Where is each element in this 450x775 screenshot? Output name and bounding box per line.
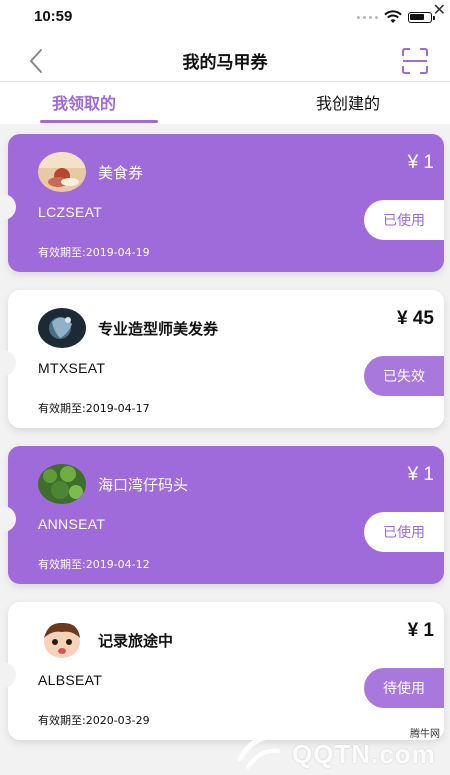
- signal-icon: [357, 15, 378, 19]
- coupon-card[interactable]: 海口湾仔码头 ¥ 1 ANNSEAT 有效期至:2019-04-12 已使用: [0, 446, 444, 584]
- coupon-code: ALBSEAT: [38, 672, 103, 688]
- coupon-avatar: [38, 152, 86, 192]
- coupon-status-button[interactable]: 已失效: [364, 356, 444, 396]
- coupon-status-button[interactable]: 已使用: [364, 512, 444, 552]
- coupon-name: 海口湾仔码头: [98, 476, 189, 494]
- tab-received[interactable]: 我领取的: [52, 90, 116, 114]
- tab-created[interactable]: 我创建的: [316, 90, 380, 114]
- coupon-expiry: 有效期至:2019-04-17: [38, 402, 150, 415]
- coupon-avatar: [38, 308, 86, 348]
- close-icon[interactable]: ✕: [433, 0, 446, 19]
- coupon-card[interactable]: 专业造型师美发券 ¥ 45 MTXSEAT 有效期至:2019-04-17 已失…: [0, 290, 444, 428]
- coupon-status-button[interactable]: 已使用: [364, 200, 444, 240]
- coupon-card[interactable]: 记录旅途中 ¥ 1 ALBSEAT 有效期至:2020-03-29 待使用: [0, 602, 444, 740]
- coupon-avatar: [38, 620, 86, 660]
- watermark-text: QQTN.com: [292, 739, 436, 769]
- coupon-code: MTXSEAT: [38, 360, 106, 376]
- coupon-price: ¥ 45: [397, 308, 434, 329]
- coupon-code: ANNSEAT: [38, 516, 106, 532]
- coupon-expiry: 有效期至:2019-04-12: [38, 558, 150, 571]
- coupon-avatar: [38, 464, 86, 504]
- tab-bar: 我领取的 我创建的: [0, 82, 450, 124]
- coupon-notch: [0, 194, 16, 220]
- coupon-name: 美食券: [98, 164, 144, 182]
- wifi-icon: [384, 10, 402, 23]
- watermark: QQTN.com 腾牛网: [234, 725, 444, 773]
- coupon-price: ¥ 1: [407, 464, 434, 485]
- watermark-small-text: 腾牛网: [410, 729, 440, 740]
- status-icons: [357, 10, 435, 24]
- coupon-price: ¥ 1: [407, 620, 434, 641]
- coupon-notch: [0, 506, 16, 532]
- coupon-name: 专业造型师美发券: [98, 320, 219, 338]
- coupon-expiry: 有效期至:2020-03-29: [38, 714, 150, 727]
- page-title: 我的马甲券: [182, 53, 268, 73]
- coupon-expiry: 有效期至:2019-04-19: [38, 246, 150, 259]
- nav-bar: 我的马甲券: [0, 38, 450, 82]
- coupon-notch: [0, 350, 16, 376]
- battery-icon: [408, 11, 435, 23]
- status-time: 10:59: [34, 8, 73, 25]
- coupon-price: ¥ 1: [407, 152, 434, 173]
- coupon-list: 美食券 ¥ 1 LCZSEAT 有效期至:2019-04-19 已使用 专业造型…: [0, 124, 450, 775]
- coupon-status-button[interactable]: 待使用: [364, 668, 444, 708]
- coupon-name: 记录旅途中: [98, 632, 174, 650]
- status-bar: 10:59 ✕: [0, 0, 450, 34]
- coupon-card[interactable]: 美食券 ¥ 1 LCZSEAT 有效期至:2019-04-19 已使用: [0, 134, 444, 272]
- watermark-logo-icon: [237, 733, 285, 769]
- scan-icon[interactable]: [400, 46, 430, 76]
- coupon-notch: [0, 662, 16, 688]
- coupon-code: LCZSEAT: [38, 204, 103, 220]
- tab-active-indicator: [40, 120, 158, 123]
